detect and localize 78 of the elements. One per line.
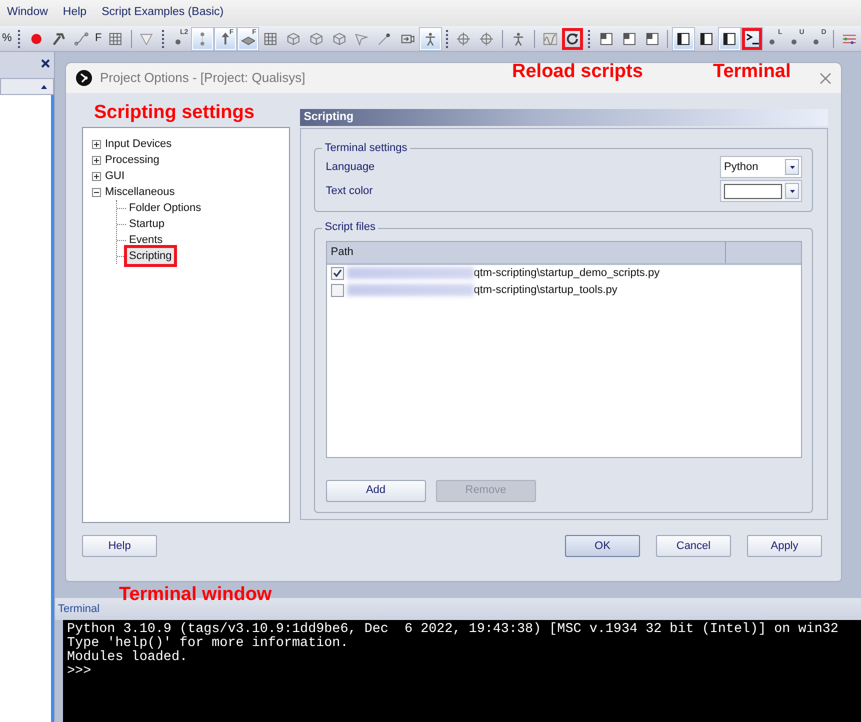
pane-icon bbox=[644, 30, 660, 46]
callout-text: Scripting settings bbox=[94, 103, 254, 122]
toolbar-button[interactable] bbox=[742, 28, 762, 50]
dialog-button[interactable]: Cancel bbox=[656, 535, 731, 557]
tree-item[interactable]: GUI bbox=[103, 168, 127, 184]
field-label: Language bbox=[326, 160, 375, 176]
toolbar-button[interactable]: F bbox=[238, 28, 258, 50]
toolbar-button[interactable]: F bbox=[214, 28, 236, 50]
menu-item[interactable]: Window bbox=[7, 4, 48, 22]
toolbar-text[interactable]: F bbox=[93, 30, 104, 47]
tree-item[interactable]: Scripting bbox=[127, 248, 174, 264]
crosshair-icon bbox=[456, 30, 472, 46]
dialog-button[interactable]: OK bbox=[565, 535, 640, 557]
callout-text: Reload scripts bbox=[512, 62, 643, 81]
dot-icon bbox=[174, 38, 181, 44]
tree-item[interactable]: Startup bbox=[127, 216, 166, 232]
pane-icon bbox=[599, 30, 614, 46]
terminal-line: Python 3.10.9 (tags/v3.10.9:1dd9be6, Dec 6 2022, 19:43:38) [MSC v.1934 32 bit (Intel)] on win32 bbox=[67, 623, 840, 637]
toolbar-button[interactable]: U bbox=[786, 28, 806, 50]
cube-icon bbox=[286, 30, 301, 46]
group-title: Terminal settings bbox=[324, 142, 408, 156]
color-picker[interactable] bbox=[720, 180, 802, 202]
caret-icon bbox=[790, 166, 794, 169]
dialog-button[interactable]: Add bbox=[326, 480, 426, 502]
dot-icon bbox=[768, 38, 775, 44]
terminal-line: Modules loaded. bbox=[67, 651, 189, 665]
toolbar-button[interactable] bbox=[562, 28, 584, 50]
tree-item[interactable]: Processing bbox=[103, 152, 162, 168]
tree-item[interactable]: Events bbox=[127, 232, 165, 248]
layout-icon bbox=[722, 30, 737, 46]
dot-icon bbox=[812, 38, 819, 44]
tree-item[interactable]: Folder Options bbox=[127, 200, 204, 216]
wave-icon bbox=[542, 30, 558, 46]
terminal-line: >>> bbox=[67, 665, 92, 679]
caret-icon[interactable] bbox=[41, 84, 47, 88]
tree-item[interactable]: Miscellaneous bbox=[103, 184, 177, 200]
dialog-title: Project Options - [Project: Qualisys] bbox=[100, 69, 306, 88]
crosshair-icon bbox=[479, 30, 494, 46]
cube-icon bbox=[332, 30, 346, 46]
curve-icon bbox=[74, 30, 89, 46]
toolbar-button[interactable] bbox=[673, 28, 694, 50]
expander-icon[interactable] bbox=[92, 172, 103, 180]
toolbar-button[interactable] bbox=[718, 28, 740, 50]
tree-item[interactable]: Input Devices bbox=[103, 136, 174, 152]
dialog-button[interactable]: Help bbox=[82, 535, 157, 557]
terminal-line: Type 'help()' for more information. bbox=[67, 637, 350, 651]
dot-icon bbox=[790, 38, 797, 44]
close-icon[interactable] bbox=[41, 58, 50, 68]
wand-icon bbox=[377, 30, 392, 46]
expander-icon[interactable] bbox=[92, 156, 103, 164]
layout-icon bbox=[699, 30, 714, 46]
checkbox[interactable] bbox=[330, 284, 344, 297]
grid-icon bbox=[108, 30, 122, 46]
caret-icon bbox=[790, 190, 794, 193]
menu-item[interactable]: Script Examples (Basic) bbox=[102, 4, 224, 22]
toolbar-button[interactable]: L bbox=[764, 28, 784, 50]
layout-icon bbox=[676, 30, 692, 46]
app-logo-icon bbox=[76, 70, 92, 86]
expander-icon[interactable] bbox=[92, 140, 103, 148]
toolbar-button[interactable]: L2 bbox=[170, 28, 190, 50]
cube-icon bbox=[308, 30, 324, 46]
reload-icon bbox=[565, 30, 580, 46]
hammer-icon bbox=[51, 30, 66, 46]
callout-text: Terminal bbox=[713, 62, 791, 81]
toolbar-button[interactable]: D bbox=[808, 28, 828, 50]
grid-icon bbox=[263, 30, 278, 46]
checkbox[interactable] bbox=[330, 266, 344, 280]
expander-icon[interactable] bbox=[92, 188, 103, 196]
language-dropdown[interactable]: Python bbox=[720, 156, 802, 178]
file-path: qtm-scripting\startup_demo_scripts.py bbox=[474, 266, 660, 281]
pane-icon bbox=[622, 30, 637, 46]
field-label: Text color bbox=[326, 184, 373, 200]
page-header: Scripting bbox=[300, 109, 828, 126]
group-title: Script files bbox=[324, 221, 376, 235]
toolbar-text[interactable]: % bbox=[0, 30, 14, 47]
menu-item[interactable]: Help bbox=[62, 4, 87, 22]
file-path: qtm-scripting\startup_tools.py bbox=[474, 282, 618, 298]
dialog-button[interactable]: Apply bbox=[747, 535, 822, 557]
